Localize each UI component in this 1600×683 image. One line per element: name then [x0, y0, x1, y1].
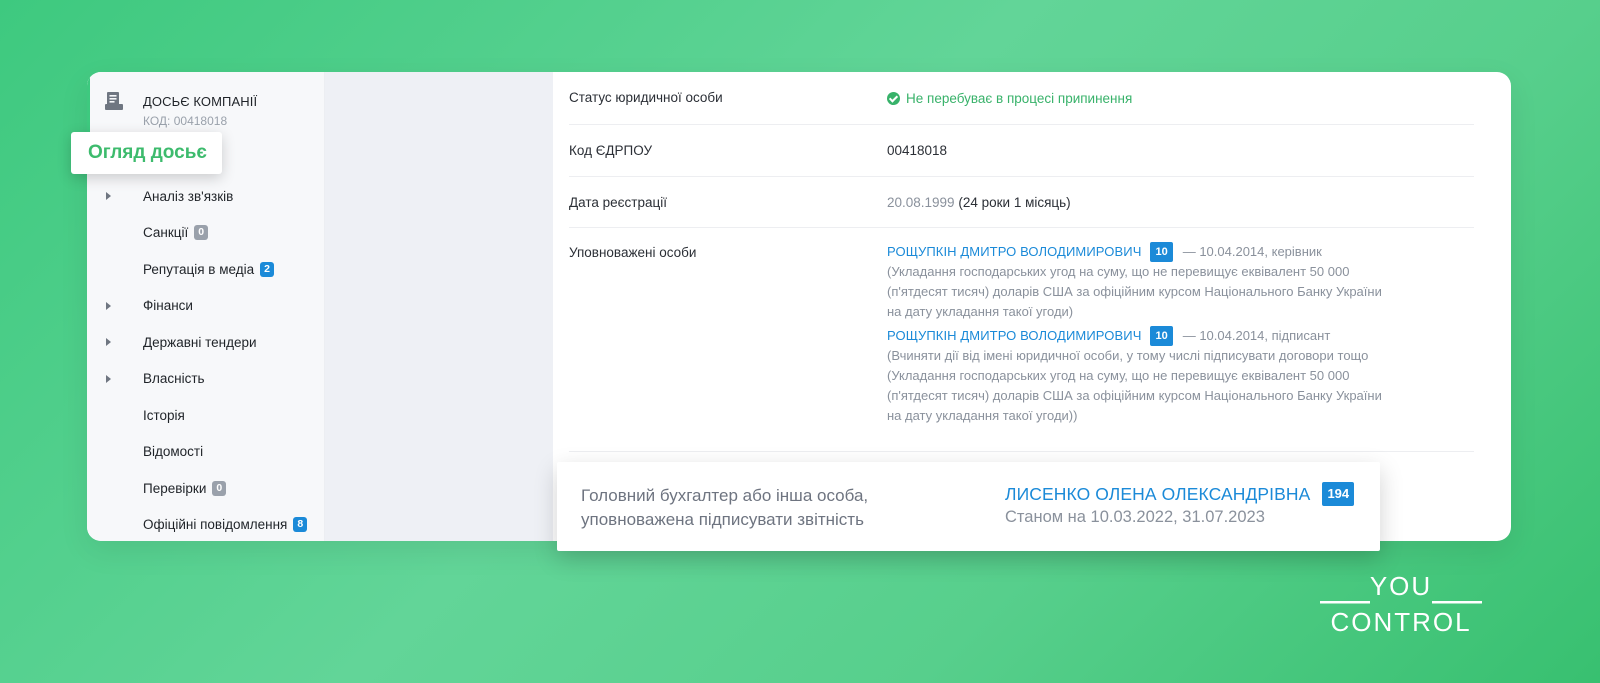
- row-registration: Дата реєстрації 20.08.1999 (24 роки 1 мі…: [569, 177, 1474, 228]
- person-role: — 10.04.2014, підписант: [1182, 328, 1331, 343]
- sidebar-item-label: Історія: [143, 407, 185, 423]
- row-status: Статус юридичної особи Не перебуває в пр…: [569, 72, 1474, 125]
- sidebar-item[interactable]: Державні тендери: [87, 324, 325, 361]
- company-title: ДОСЬЄ КОМПАНІЇ: [143, 94, 258, 109]
- person-link[interactable]: РОЩУПКІН ДМИТРО ВОЛОДИМИРОВИЧ: [887, 242, 1141, 262]
- chief-accountant-callout: Головний бухгалтер або інша особа, уповн…: [557, 462, 1380, 551]
- company-code: КОД: 00418018: [143, 114, 228, 128]
- logo-line-2: CONTROL: [1330, 607, 1471, 633]
- status-value: Не перебуває в процесі припинення: [887, 91, 1132, 106]
- sidebar-item-label: Репутація в медіа: [143, 261, 255, 277]
- registration-label: Дата реєстрації: [569, 195, 667, 210]
- callout-person-link[interactable]: ЛИСЕНКО ОЛЕНА ОЛЕКСАНДРІВНА: [1005, 484, 1310, 505]
- count-badge: 2: [260, 261, 274, 277]
- callout-person-badge[interactable]: 194: [1322, 482, 1355, 506]
- caret-right-icon[interactable]: [106, 338, 111, 347]
- count-badge: 0: [212, 480, 227, 496]
- person-note: (Укладання господарських угод на суму, щ…: [887, 264, 1382, 319]
- logo-line-1: YOU: [1370, 571, 1432, 601]
- sidebar-item[interactable]: Санкції 0: [87, 215, 325, 252]
- caret-right-icon[interactable]: [106, 374, 111, 383]
- youcontrol-logo: YOU CONTROL: [1320, 571, 1482, 633]
- document-icon: [105, 92, 123, 110]
- caret-right-icon[interactable]: [106, 192, 111, 201]
- sidebar-item-label: Офіційні повідомлення: [143, 517, 288, 533]
- sidebar-item-label: Санкції: [143, 225, 189, 241]
- sidebar-item-label: Державні тендери: [143, 334, 257, 350]
- active-nav-item-overview[interactable]: Огляд досьє: [71, 132, 222, 174]
- callout-person: ЛИСЕНКО ОЛЕНА ОЛЕКСАНДРІВНА 194: [1005, 482, 1355, 506]
- row-authorized: Уповноважені особи РОЩУПКІН ДМИТРО ВОЛОД…: [569, 228, 1474, 452]
- sidebar-item[interactable]: Фінанси: [87, 288, 325, 325]
- person-note: (Вчиняти дії від імені юридичної особи, …: [887, 348, 1382, 423]
- sidebar-item[interactable]: Історія: [87, 397, 325, 434]
- sidebar-item[interactable]: Перевірки 0: [87, 470, 325, 507]
- person-badge[interactable]: 10: [1150, 242, 1173, 262]
- caret-right-icon[interactable]: [106, 301, 111, 310]
- authorized-person-1: РОЩУПКІН ДМИТРО ВОЛОДИМИРОВИЧ 10 — 10.04…: [887, 242, 1392, 322]
- content-gutter: [325, 72, 553, 541]
- count-badge: 0: [194, 225, 209, 241]
- sidebar-item-label: Фінанси: [143, 298, 193, 314]
- sidebar-item[interactable]: Власність: [87, 361, 325, 398]
- person-badge[interactable]: 10: [1150, 326, 1173, 346]
- sidebar-item[interactable]: Репутація в медіа 2: [87, 251, 325, 288]
- check-circle-icon: [887, 92, 900, 105]
- person-link[interactable]: РОЩУПКІН ДМИТРО ВОЛОДИМИРОВИЧ: [887, 326, 1141, 346]
- sidebar-nav: Аналіз зв'язків Санкції 0 Репутація в медіа…: [87, 178, 325, 541]
- authorized-label: Уповноважені особи: [569, 245, 697, 260]
- count-badge: 8: [293, 517, 308, 533]
- sidebar-item[interactable]: Відомості: [87, 434, 325, 471]
- sidebar-item-label: Відомості: [143, 444, 204, 460]
- sidebar-item-label: Аналіз зв'язків: [143, 188, 234, 204]
- sidebar-item-label: Власність: [143, 371, 205, 387]
- registration-value: 20.08.1999 (24 роки 1 місяць): [887, 195, 1071, 210]
- callout-date: Станом на 10.03.2022, 31.07.2023: [1005, 508, 1265, 526]
- sidebar-item[interactable]: Офіційні повідомлення 8: [87, 507, 325, 542]
- authorized-person-2: РОЩУПКІН ДМИТРО ВОЛОДИМИРОВИЧ 10 — 10.04…: [887, 326, 1392, 426]
- status-label: Статус юридичної особи: [569, 90, 723, 105]
- registration-date: 20.08.1999: [887, 195, 955, 210]
- sidebar-item-label: Перевірки: [143, 480, 207, 496]
- status-text: Не перебуває в процесі припинення: [906, 91, 1133, 106]
- row-edrpou: Код ЄДРПОУ 00418018: [569, 125, 1474, 177]
- registration-age: (24 роки 1 місяць): [958, 195, 1071, 210]
- sidebar-item[interactable]: Аналіз зв'язків: [87, 178, 325, 215]
- edrpou-label: Код ЄДРПОУ: [569, 143, 653, 158]
- edrpou-value: 00418018: [887, 143, 948, 158]
- person-role: — 10.04.2014, керівник: [1182, 244, 1322, 259]
- callout-label: Головний бухгалтер або інша особа, уповн…: [581, 486, 869, 529]
